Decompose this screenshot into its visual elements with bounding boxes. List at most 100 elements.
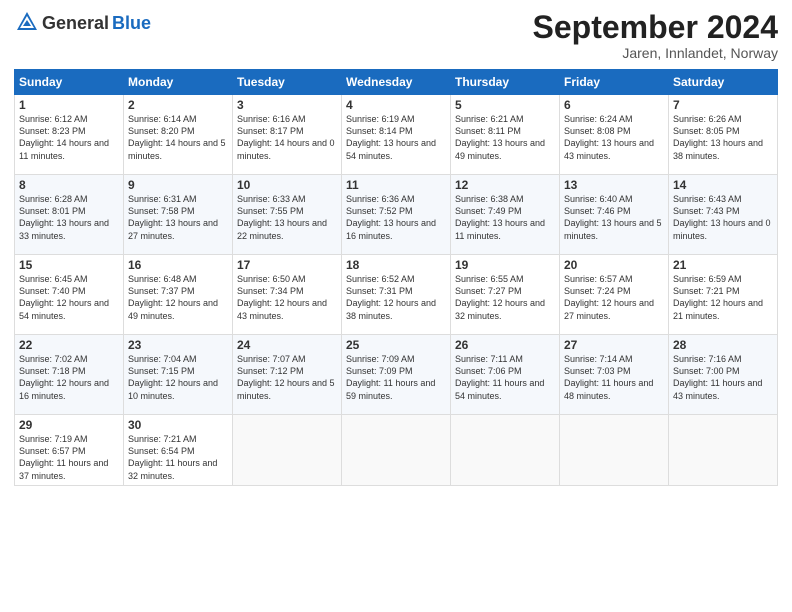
calendar-cell: 23Sunrise: 7:04 AMSunset: 7:15 PMDayligh… [124,335,233,415]
day-number: 12 [455,178,555,192]
page: General Blue September 2024 Jaren, Innla… [0,0,792,496]
calendar-cell: 28Sunrise: 7:16 AMSunset: 7:00 PMDayligh… [669,335,778,415]
cell-details: Sunrise: 6:24 AMSunset: 8:08 PMDaylight:… [564,113,664,162]
location: Jaren, Innlandet, Norway [533,45,778,61]
cell-details: Sunrise: 7:19 AMSunset: 6:57 PMDaylight:… [19,433,119,482]
calendar-cell: 10Sunrise: 6:33 AMSunset: 7:55 PMDayligh… [233,175,342,255]
cell-details: Sunrise: 6:55 AMSunset: 7:27 PMDaylight:… [455,273,555,322]
calendar-cell: 24Sunrise: 7:07 AMSunset: 7:12 PMDayligh… [233,335,342,415]
calendar-cell: 27Sunrise: 7:14 AMSunset: 7:03 PMDayligh… [560,335,669,415]
cell-details: Sunrise: 7:09 AMSunset: 7:09 PMDaylight:… [346,353,446,402]
cell-details: Sunrise: 6:28 AMSunset: 8:01 PMDaylight:… [19,193,119,242]
calendar-week-row: 29Sunrise: 7:19 AMSunset: 6:57 PMDayligh… [15,415,778,486]
cell-details: Sunrise: 7:14 AMSunset: 7:03 PMDaylight:… [564,353,664,402]
month-title: September 2024 [533,10,778,45]
day-number: 7 [673,98,773,112]
calendar-cell: 26Sunrise: 7:11 AMSunset: 7:06 PMDayligh… [451,335,560,415]
day-number: 13 [564,178,664,192]
cell-details: Sunrise: 6:21 AMSunset: 8:11 PMDaylight:… [455,113,555,162]
day-number: 27 [564,338,664,352]
calendar-week-row: 1Sunrise: 6:12 AMSunset: 8:23 PMDaylight… [15,95,778,175]
cell-details: Sunrise: 6:19 AMSunset: 8:14 PMDaylight:… [346,113,446,162]
logo-icon [16,10,38,32]
day-number: 6 [564,98,664,112]
calendar-cell: 17Sunrise: 6:50 AMSunset: 7:34 PMDayligh… [233,255,342,335]
day-number: 24 [237,338,337,352]
calendar-cell: 25Sunrise: 7:09 AMSunset: 7:09 PMDayligh… [342,335,451,415]
cell-details: Sunrise: 6:26 AMSunset: 8:05 PMDaylight:… [673,113,773,162]
calendar-week-row: 15Sunrise: 6:45 AMSunset: 7:40 PMDayligh… [15,255,778,335]
logo: General Blue [14,10,151,37]
calendar-cell: 20Sunrise: 6:57 AMSunset: 7:24 PMDayligh… [560,255,669,335]
weekday-header-cell: Wednesday [342,70,451,95]
day-number: 30 [128,418,228,432]
cell-details: Sunrise: 7:21 AMSunset: 6:54 PMDaylight:… [128,433,228,482]
cell-details: Sunrise: 7:16 AMSunset: 7:00 PMDaylight:… [673,353,773,402]
day-number: 19 [455,258,555,272]
calendar-cell [560,415,669,486]
day-number: 3 [237,98,337,112]
weekday-header-row: SundayMondayTuesdayWednesdayThursdayFrid… [15,70,778,95]
day-number: 29 [19,418,119,432]
day-number: 15 [19,258,119,272]
calendar-cell: 18Sunrise: 6:52 AMSunset: 7:31 PMDayligh… [342,255,451,335]
day-number: 22 [19,338,119,352]
day-number: 4 [346,98,446,112]
day-number: 18 [346,258,446,272]
day-number: 21 [673,258,773,272]
cell-details: Sunrise: 6:57 AMSunset: 7:24 PMDaylight:… [564,273,664,322]
weekday-header-cell: Saturday [669,70,778,95]
calendar-cell: 8Sunrise: 6:28 AMSunset: 8:01 PMDaylight… [15,175,124,255]
day-number: 26 [455,338,555,352]
calendar-cell: 16Sunrise: 6:48 AMSunset: 7:37 PMDayligh… [124,255,233,335]
logo-text-block: General Blue [42,14,151,34]
calendar-cell: 9Sunrise: 6:31 AMSunset: 7:58 PMDaylight… [124,175,233,255]
calendar-week-row: 8Sunrise: 6:28 AMSunset: 8:01 PMDaylight… [15,175,778,255]
calendar-table: SundayMondayTuesdayWednesdayThursdayFrid… [14,69,778,486]
calendar-week-row: 22Sunrise: 7:02 AMSunset: 7:18 PMDayligh… [15,335,778,415]
day-number: 11 [346,178,446,192]
day-number: 17 [237,258,337,272]
cell-details: Sunrise: 6:50 AMSunset: 7:34 PMDaylight:… [237,273,337,322]
calendar-cell [342,415,451,486]
calendar-body: 1Sunrise: 6:12 AMSunset: 8:23 PMDaylight… [15,95,778,486]
day-number: 14 [673,178,773,192]
calendar-cell: 5Sunrise: 6:21 AMSunset: 8:11 PMDaylight… [451,95,560,175]
calendar-cell: 22Sunrise: 7:02 AMSunset: 7:18 PMDayligh… [15,335,124,415]
cell-details: Sunrise: 6:16 AMSunset: 8:17 PMDaylight:… [237,113,337,162]
cell-details: Sunrise: 6:36 AMSunset: 7:52 PMDaylight:… [346,193,446,242]
cell-details: Sunrise: 6:59 AMSunset: 7:21 PMDaylight:… [673,273,773,322]
day-number: 23 [128,338,228,352]
calendar-cell: 7Sunrise: 6:26 AMSunset: 8:05 PMDaylight… [669,95,778,175]
weekday-header-cell: Thursday [451,70,560,95]
calendar-cell: 4Sunrise: 6:19 AMSunset: 8:14 PMDaylight… [342,95,451,175]
header: General Blue September 2024 Jaren, Innla… [14,10,778,61]
cell-details: Sunrise: 6:31 AMSunset: 7:58 PMDaylight:… [128,193,228,242]
day-number: 2 [128,98,228,112]
calendar-cell: 6Sunrise: 6:24 AMSunset: 8:08 PMDaylight… [560,95,669,175]
calendar-cell: 11Sunrise: 6:36 AMSunset: 7:52 PMDayligh… [342,175,451,255]
calendar-cell: 14Sunrise: 6:43 AMSunset: 7:43 PMDayligh… [669,175,778,255]
cell-details: Sunrise: 6:48 AMSunset: 7:37 PMDaylight:… [128,273,228,322]
calendar-cell [451,415,560,486]
day-number: 10 [237,178,337,192]
calendar-cell [233,415,342,486]
cell-details: Sunrise: 6:38 AMSunset: 7:49 PMDaylight:… [455,193,555,242]
calendar-cell: 13Sunrise: 6:40 AMSunset: 7:46 PMDayligh… [560,175,669,255]
logo-block [14,10,38,37]
title-block: September 2024 Jaren, Innlandet, Norway [533,10,778,61]
cell-details: Sunrise: 7:07 AMSunset: 7:12 PMDaylight:… [237,353,337,402]
calendar-cell: 12Sunrise: 6:38 AMSunset: 7:49 PMDayligh… [451,175,560,255]
weekday-header-cell: Tuesday [233,70,342,95]
cell-details: Sunrise: 6:40 AMSunset: 7:46 PMDaylight:… [564,193,664,242]
cell-details: Sunrise: 6:12 AMSunset: 8:23 PMDaylight:… [19,113,119,162]
cell-details: Sunrise: 6:52 AMSunset: 7:31 PMDaylight:… [346,273,446,322]
calendar-cell: 30Sunrise: 7:21 AMSunset: 6:54 PMDayligh… [124,415,233,486]
calendar-cell: 2Sunrise: 6:14 AMSunset: 8:20 PMDaylight… [124,95,233,175]
logo-blue: Blue [112,14,151,34]
day-number: 28 [673,338,773,352]
calendar-cell: 3Sunrise: 6:16 AMSunset: 8:17 PMDaylight… [233,95,342,175]
cell-details: Sunrise: 6:45 AMSunset: 7:40 PMDaylight:… [19,273,119,322]
calendar-cell [669,415,778,486]
day-number: 20 [564,258,664,272]
